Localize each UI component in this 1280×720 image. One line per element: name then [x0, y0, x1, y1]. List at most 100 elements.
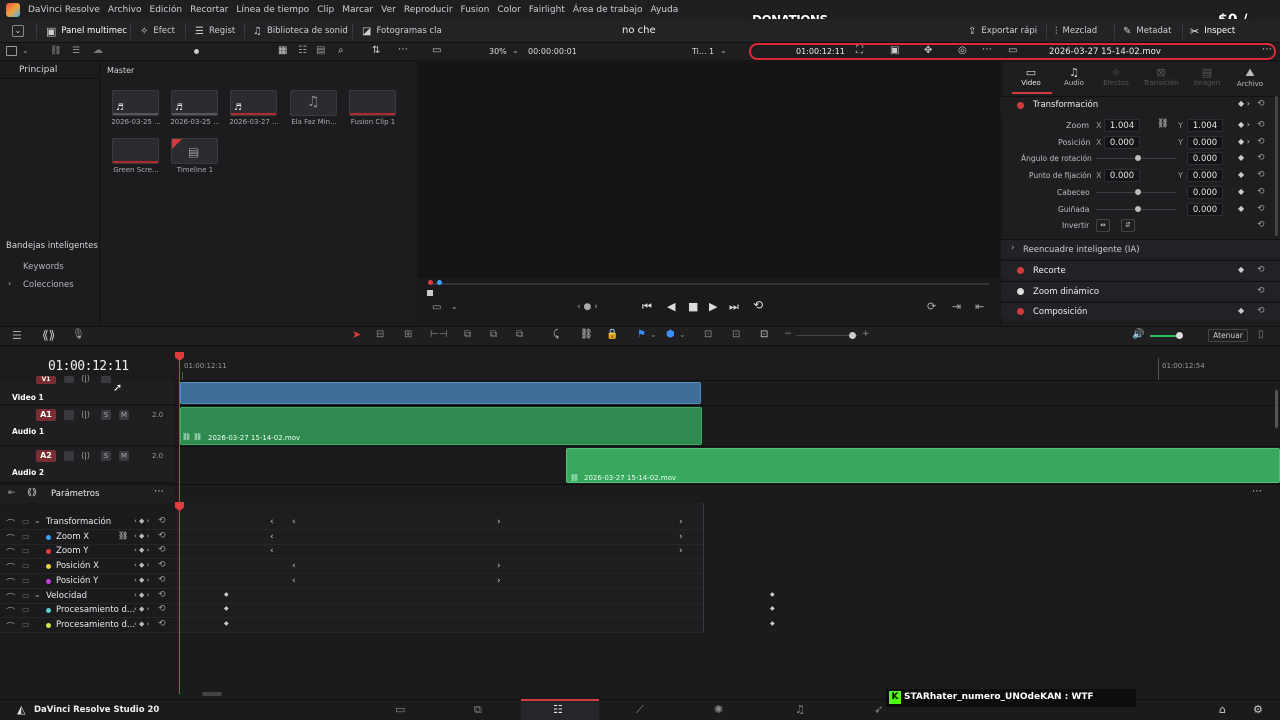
reset-icon[interactable]: ⟲ [158, 531, 166, 541]
a1-auto-select-icon[interactable]: ⟨|⟩ [81, 410, 90, 419]
zoom-custom-icon[interactable]: ⊡ [760, 329, 768, 340]
keyframe-lane[interactable] [175, 545, 703, 560]
tools-icon[interactable]: ✥ [924, 45, 932, 56]
position-keyframe-icon[interactable]: ◆ › [1238, 137, 1250, 146]
keyframe-nav-icon[interactable]: ‹ ◆ › [134, 532, 149, 540]
inspector-tab-image[interactable]: ▤ Imagen [1192, 66, 1222, 87]
v1-lock-icon[interactable] [64, 376, 74, 383]
anchor-reset-icon[interactable]: ⟲ [1257, 170, 1265, 180]
reset-icon[interactable]: ⟲ [158, 575, 166, 585]
curve-icon[interactable]: ⌒ [6, 561, 15, 574]
yaw-keyframe-icon[interactable]: ◆ [1238, 204, 1244, 213]
dynamic-zoom-reset-icon[interactable]: ⟲ [1257, 286, 1265, 296]
zoom-chevron-icon[interactable]: ⌄ [512, 46, 519, 55]
lock-icon[interactable]: ▭ [22, 591, 30, 600]
speaker-icon[interactable]: 🔊 [1132, 329, 1144, 340]
insert-clip-icon[interactable]: ⧉ [464, 329, 471, 340]
v1-auto-select-icon[interactable]: ⟨|⟩ [81, 374, 90, 383]
zoom-reset-icon[interactable]: ⟲ [1257, 120, 1265, 130]
rotation-slider-handle[interactable] [1135, 155, 1141, 161]
linked-selection-icon[interactable]: ⛓ [580, 329, 593, 340]
track-badge-a1[interactable]: A1 [36, 409, 56, 421]
flip-vertical-button[interactable]: ⇵ [1121, 219, 1135, 232]
menu-color[interactable]: Color [493, 5, 525, 15]
keyframe-diamond[interactable]: ◆ [224, 591, 229, 598]
menu-recortar[interactable]: Recortar [186, 5, 232, 15]
yaw-slider-handle[interactable] [1135, 206, 1141, 212]
menu-area-de-trabajo[interactable]: Área de trabajo [569, 5, 647, 15]
layout-toggle-button[interactable]: ⌄ [12, 23, 24, 39]
jump-end-icon[interactable]: ⏭ [729, 300, 739, 314]
microphone-icon[interactable]: 🎙 [72, 329, 85, 340]
stills-button[interactable]: ◪ Fotogramas cla [362, 23, 442, 39]
keyframe-lane[interactable] [175, 531, 703, 545]
replace-clip-icon[interactable]: ⧉ [516, 329, 523, 340]
keyframe-marker[interactable]: › [679, 546, 683, 556]
inspector-tab-audio[interactable]: ♫ Audio [1061, 66, 1087, 87]
mixer-button[interactable]: ⫶ Mezclad [1055, 23, 1097, 39]
reset-icon[interactable]: ⟲ [158, 560, 166, 570]
playhead-line[interactable] [179, 354, 180, 694]
flag-icon[interactable]: ⚑ [637, 329, 646, 340]
inspector-scrollbar[interactable] [1275, 96, 1278, 236]
timeline-chevron-icon[interactable]: ⌄ [720, 46, 727, 55]
expand-chevron-icon[interactable]: ⌄ [34, 590, 41, 599]
keywords-item[interactable]: Keywords [23, 262, 64, 272]
viewer-zoom[interactable]: 30% [489, 47, 507, 56]
flip-reset-icon[interactable]: ⟲ [1257, 220, 1265, 230]
keyframe-lane[interactable] [175, 590, 703, 604]
menu-edicion[interactable]: Edición [146, 5, 187, 15]
keyframe-diamond[interactable]: ◆ [224, 605, 229, 612]
media-clip[interactable]: ♬ [230, 90, 277, 116]
keyframe-marker[interactable]: ‹ [292, 576, 296, 586]
inspector-tab-file[interactable]: ⛰ Archivo [1234, 66, 1266, 88]
flag-chevron-icon[interactable]: ⌄ [650, 330, 657, 339]
keyframe-marker[interactable]: ‹ [292, 517, 296, 527]
keyframe-marker[interactable]: › [497, 561, 501, 571]
dynamic-trim-icon[interactable]: ⊞ [404, 329, 412, 340]
home-icon[interactable]: ⌂ [1219, 703, 1226, 716]
curve-icon[interactable]: ⌒ [6, 605, 15, 618]
menu-marcar[interactable]: Marcar [338, 5, 377, 15]
keyframe-nav-icon[interactable]: ‹ ◆ › [134, 546, 149, 554]
zoom-y-field[interactable]: 1.004 [1187, 119, 1223, 132]
keyframe-marker[interactable]: ‹ [292, 561, 296, 571]
dynamic-zoom-toggle[interactable] [1017, 288, 1024, 295]
sound-library-button[interactable]: ♫ Biblioteca de sonid [253, 23, 348, 39]
viewer-canvas[interactable] [417, 62, 1000, 278]
selection-tool-icon[interactable]: ➤ [352, 328, 361, 341]
link-icon[interactable]: ⛓ [50, 46, 61, 56]
media-clip[interactable]: ♬ [112, 90, 159, 116]
fader-icon[interactable]: ▯ [1258, 329, 1264, 340]
overlay-icon[interactable]: ▣ [890, 45, 899, 56]
reset-icon[interactable]: ⟲ [158, 619, 166, 629]
metadata-button[interactable]: ✎ Metadat [1123, 23, 1171, 39]
menu-fairlight[interactable]: Fairlight [525, 5, 569, 15]
inspector-button[interactable]: ✂ Inspect [1190, 23, 1235, 39]
page-edit-icon[interactable]: ☷ [553, 703, 563, 716]
keyframe-marker[interactable]: ‹ [270, 517, 274, 527]
scrubber-track[interactable] [429, 283, 989, 285]
a1-solo-button[interactable]: S [101, 410, 111, 420]
page-deliver-icon[interactable]: ➶ [874, 703, 883, 716]
loop-icon[interactable]: ⟲ [753, 298, 763, 312]
lock-icon[interactable]: ▭ [22, 576, 30, 585]
timeline-options-icon[interactable]: ☰ [12, 329, 22, 342]
media-clip[interactable] [349, 90, 396, 116]
zoom-full-icon[interactable]: ⊡ [704, 329, 712, 340]
curve-icon[interactable]: ⌒ [6, 546, 15, 559]
yaw-field[interactable]: 0.000 [1187, 203, 1223, 216]
marker-chevron-icon[interactable]: ⌄ [679, 330, 686, 339]
scrubber-handle[interactable] [427, 290, 433, 296]
a2-solo-button[interactable]: S [101, 451, 111, 461]
audio-waveform-icon[interactable]: ⟪⟫ [42, 328, 55, 342]
filmstrip-icon[interactable]: ▤ [316, 45, 325, 56]
settings-gear-icon[interactable]: ⚙ [1253, 703, 1263, 716]
match-frame-icon[interactable]: ⟳ [927, 300, 936, 313]
keyframe-diamond[interactable]: ◆ [770, 591, 775, 598]
volume-slider-handle[interactable] [1176, 332, 1183, 339]
zoom-keyframe-icon[interactable]: ◆ › [1238, 120, 1250, 129]
track-badge-v1[interactable]: V1 [36, 376, 56, 384]
stop-icon[interactable]: ■ [688, 300, 698, 313]
keyframe-scrollbar[interactable] [202, 692, 222, 696]
